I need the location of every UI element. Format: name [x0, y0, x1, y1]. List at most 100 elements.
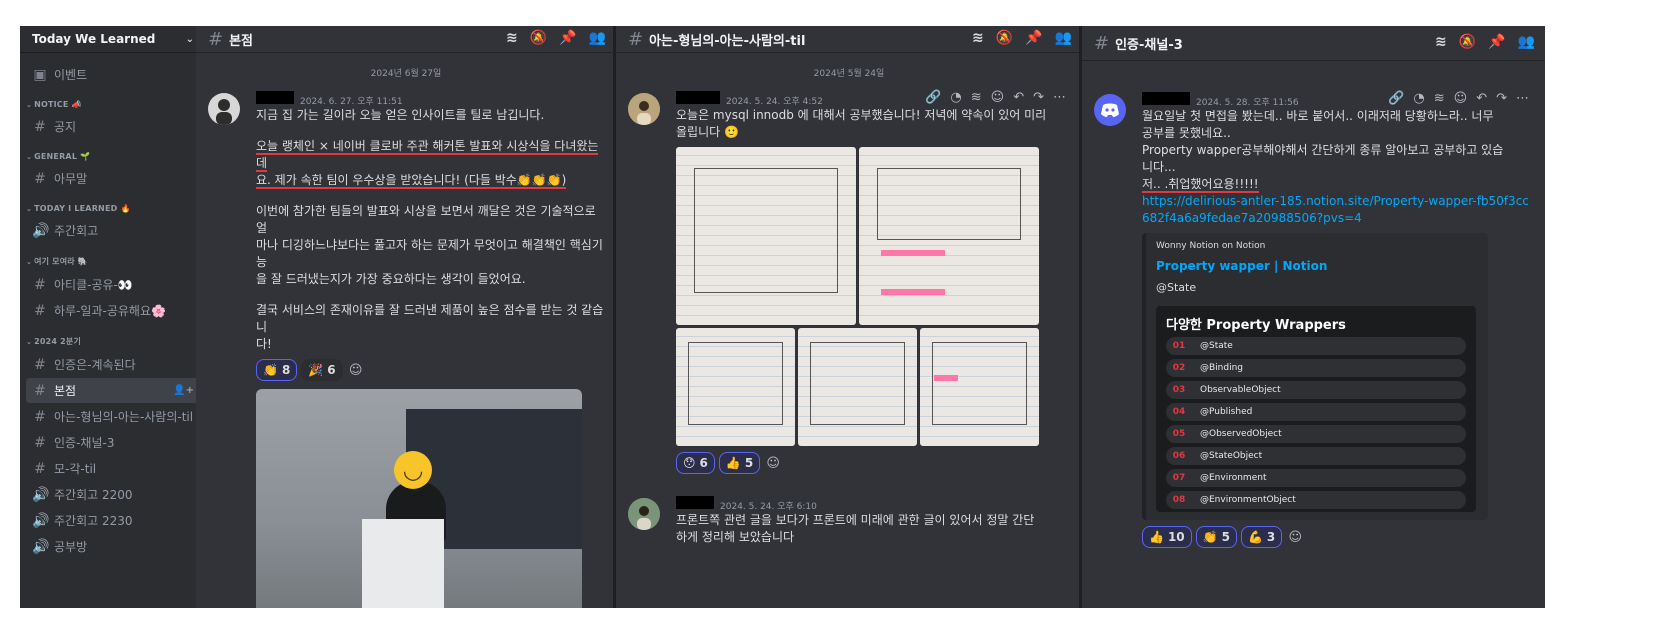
sidebar-channel[interactable]: # 아무말	[26, 166, 200, 191]
server-header[interactable]: Today We Learned ⌄	[20, 26, 206, 52]
username-redacted[interactable]	[676, 496, 714, 509]
channel-list: ▣ 이벤트 ⌄ NOTICE 📣 # 공지 ⌄ GENERAL 🌱 # 아무말 ⌄ TODAY I…	[20, 52, 206, 559]
username-redacted[interactable]	[256, 91, 294, 104]
reaction-clap[interactable]: 👏 5	[1195, 526, 1237, 548]
pin-icon[interactable]: 📌	[1488, 34, 1505, 50]
sidebar-item-label: 모-각-til	[54, 462, 97, 476]
sidebar-channel[interactable]: # 아티클-공유-👀	[26, 272, 200, 297]
sidebar-category[interactable]: ⌄ 여기 모여라 🐘	[20, 244, 206, 272]
property-wrapper-item: 01 @State	[1166, 337, 1466, 355]
sidebar-channel[interactable]: # 하루-일과-공유해요🌸	[26, 298, 200, 323]
notion-link[interactable]: https://delirious-antler-185.notion.site…	[1142, 193, 1533, 227]
reply-icon[interactable]: ↶	[1476, 91, 1487, 106]
threads-icon[interactable]: ≋	[1435, 34, 1447, 50]
thread-icon[interactable]: ≋	[1434, 91, 1445, 106]
sidebar-item-label: 아티클-공유-👀	[54, 278, 133, 292]
sidebar-item-label: 주간회고 2230	[54, 514, 133, 528]
reply-icon[interactable]: ↶	[1013, 90, 1024, 105]
members-icon[interactable]: 👥	[1518, 34, 1535, 50]
avatar[interactable]	[208, 93, 240, 125]
link-icon[interactable]: 🔗	[925, 90, 941, 105]
hash-icon: #	[34, 460, 46, 477]
sidebar-channel[interactable]: # 공지	[26, 114, 200, 139]
sidebar-channel[interactable]: 🔊 주간회고	[26, 218, 200, 243]
pin-icon[interactable]: 📌	[559, 30, 576, 46]
image-gallery	[676, 328, 1070, 446]
chevron-down-icon[interactable]: ⌄	[186, 34, 194, 45]
invite-user-icon[interactable]: 👤+	[173, 385, 194, 396]
members-icon[interactable]: 👥	[589, 30, 606, 46]
more-icon[interactable]: ⋯	[1053, 90, 1066, 105]
embed-image[interactable]: 다양한 Property Wrappers 01 @State 02 @Binding…	[1156, 306, 1476, 512]
sidebar-channel[interactable]: # 아는-형님의-아는-사람의-til	[26, 404, 200, 429]
discord-avatar-icon[interactable]	[1094, 94, 1126, 126]
mute-icon[interactable]: 🔕	[1459, 34, 1476, 50]
reaction-emoji: 👏	[1202, 530, 1218, 544]
gallery-image[interactable]	[920, 328, 1039, 446]
embed-title-link[interactable]: Property wapper | Notion	[1156, 259, 1476, 273]
add-reaction-icon[interactable]: ☺	[347, 361, 365, 379]
reaction-party[interactable]: 🎉 6	[301, 359, 343, 381]
channel-header: # 본점 ≋ 🔕 📌 👥	[196, 26, 616, 52]
threads-icon[interactable]: ≋	[506, 30, 518, 46]
mention-icon[interactable]: ◔	[950, 90, 961, 105]
sidebar-channel[interactable]: 🔊 공부방	[26, 534, 200, 559]
sidebar-channel[interactable]: # 본점 👤+	[26, 378, 200, 403]
highlighted-text: 요. 제가 속한 팀이 우수상을 받았습니다! (다들 박수👏👏👏)	[256, 173, 567, 189]
sidebar-category-label: TODAY I LEARNED 🔥	[34, 204, 131, 213]
channel-title: 본점	[229, 33, 254, 49]
avatar[interactable]	[628, 498, 660, 530]
header-tools: ≋ 🔕 📌 👥	[506, 30, 606, 46]
sidebar-category[interactable]: ⌄ 2024 2분기	[20, 324, 206, 352]
username-redacted[interactable]	[676, 91, 720, 104]
sidebar-channel[interactable]: 🔊 주간회고 2200	[26, 482, 200, 507]
link-icon[interactable]: 🔗	[1388, 91, 1404, 106]
mute-icon[interactable]: 🔕	[996, 30, 1013, 46]
reactions: 👍 10 👏 5 💪 3 ☺	[1142, 526, 1533, 548]
sidebar-channel[interactable]: # 인증은-계속된다	[26, 352, 200, 377]
gallery-image[interactable]	[676, 147, 856, 325]
reaction-thumbs-up[interactable]: 👍 5	[718, 452, 761, 474]
chevron-down-icon: ⌄	[26, 258, 33, 266]
sidebar-category[interactable]: ⌄ GENERAL 🌱	[20, 140, 206, 166]
sidebar-category[interactable]: ⌄ NOTICE 📣	[20, 88, 206, 114]
threads-icon[interactable]: ≋	[972, 30, 984, 46]
hash-icon: #	[628, 28, 644, 50]
sidebar-channel[interactable]: # 인증-채널-3	[26, 430, 200, 455]
mute-icon[interactable]: 🔕	[530, 30, 547, 46]
message-text: 결국 서비스의 존재이유를 잘 드러낸 제품이 높은 점수를 받는 것 같습니 …	[256, 303, 604, 351]
gallery-image[interactable]	[676, 328, 795, 446]
add-reaction-icon[interactable]: ☺	[764, 454, 782, 472]
item-number: 03	[1172, 385, 1186, 395]
forward-icon[interactable]: ↷	[1033, 90, 1044, 105]
sidebar-channel[interactable]: 🔊 주간회고 2230	[26, 508, 200, 533]
sidebar-channel[interactable]: # 모-각-til	[26, 456, 200, 481]
reaction-surprised[interactable]: 😯 6	[676, 452, 715, 474]
add-reaction-icon[interactable]: ☺	[1286, 528, 1304, 546]
avatar[interactable]	[628, 93, 660, 125]
message-text: 지금 집 가는 길이라 오늘 얻은 인사이트를 틸로 남깁니다.	[256, 108, 545, 122]
reaction-muscle[interactable]: 💪 3	[1240, 526, 1283, 548]
mention-icon[interactable]: ◔	[1413, 91, 1424, 106]
sidebar-category[interactable]: ⌄ TODAY I LEARNED 🔥	[20, 192, 206, 218]
more-icon[interactable]: ⋯	[1516, 91, 1529, 106]
sidebar-item-events[interactable]: ▣ 이벤트	[26, 62, 200, 87]
reaction-clap[interactable]: 👏 8	[256, 359, 298, 381]
gallery-image[interactable]	[798, 328, 917, 446]
item-label: @State	[1200, 341, 1233, 351]
reaction-count: 6	[327, 363, 336, 377]
forward-icon[interactable]: ↷	[1496, 91, 1507, 106]
gallery-image[interactable]	[859, 147, 1039, 325]
chat-pane-3: # 인증-채널-3 ≋ 🔕 📌 👥 🔗 ◔ ≋ ☺ ↶ ↷ ⋯ 2024. 5.…	[1082, 26, 1545, 608]
emoji-icon[interactable]: ☺	[991, 90, 1005, 105]
sidebar-item-label: 인증-채널-3	[54, 436, 115, 450]
pin-icon[interactable]: 📌	[1025, 30, 1042, 46]
sidebar-category-label: NOTICE 📣	[34, 100, 82, 109]
thread-icon[interactable]: ≋	[971, 90, 982, 105]
members-icon[interactable]: 👥	[1055, 30, 1072, 46]
attached-photo[interactable]: ◡	[256, 389, 582, 608]
reaction-emoji: 👏	[263, 363, 278, 377]
reaction-thumbs-up[interactable]: 👍 10	[1142, 526, 1192, 548]
emoji-icon[interactable]: ☺	[1454, 91, 1468, 106]
username-redacted[interactable]	[1142, 92, 1190, 105]
